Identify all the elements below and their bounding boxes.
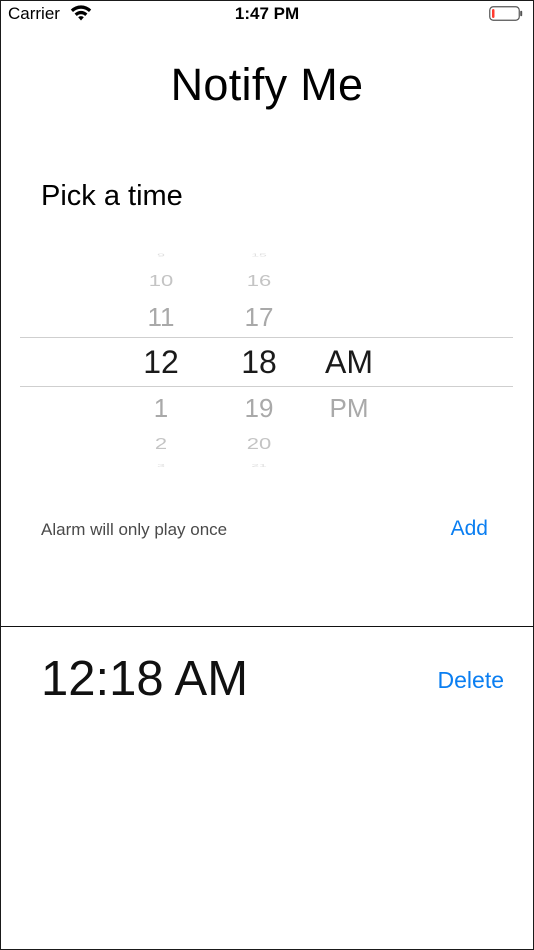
picker-item: 20 [246, 434, 272, 453]
picker-item-selected: 12 [143, 344, 179, 380]
picker-item: 15 [251, 252, 267, 258]
picker-item: 17 [244, 302, 274, 332]
picker-item: 21 [251, 462, 267, 468]
picker-item: 1 [153, 393, 169, 423]
ampm-wheel[interactable]: AM PM [309, 244, 389, 474]
minute-wheel[interactable]: 15 16 17 18 19 20 21 [219, 244, 299, 474]
picker-item-selected: AM [325, 344, 373, 380]
alarm-list-item: 12:18 AM Delete [1, 646, 533, 716]
app-screen: Carrier 1:47 PM Notify Me Pick a time 9 … [0, 0, 534, 950]
status-time: 1:47 PM [234, 4, 300, 23]
picker-item: 16 [246, 271, 272, 290]
battery-icon [489, 6, 523, 21]
picker-item-selected: 18 [241, 344, 277, 380]
time-picker[interactable]: 9 10 11 12 1 2 3 15 16 17 18 19 20 21 AM… [20, 244, 513, 474]
alarm-time: 12:18 AM [41, 652, 249, 706]
hour-wheel[interactable]: 9 10 11 12 1 2 3 [121, 244, 201, 474]
picker-item: 2 [154, 434, 168, 453]
picker-item: PM [329, 393, 369, 423]
picker-item: 11 [147, 302, 175, 332]
add-button[interactable]: Add [451, 517, 488, 541]
status-bar: Carrier 1:47 PM [1, 1, 533, 27]
page-title: Notify Me [170, 59, 364, 110]
picker-item: 19 [244, 393, 274, 423]
picker-item: 3 [157, 462, 165, 468]
alarm-note: Alarm will only play once [41, 520, 228, 539]
delete-button[interactable]: Delete [438, 667, 504, 694]
picker-item: 9 [157, 252, 165, 258]
picker-item: 10 [148, 271, 174, 290]
picker-label: Pick a time [41, 180, 183, 212]
section-divider [1, 626, 533, 627]
